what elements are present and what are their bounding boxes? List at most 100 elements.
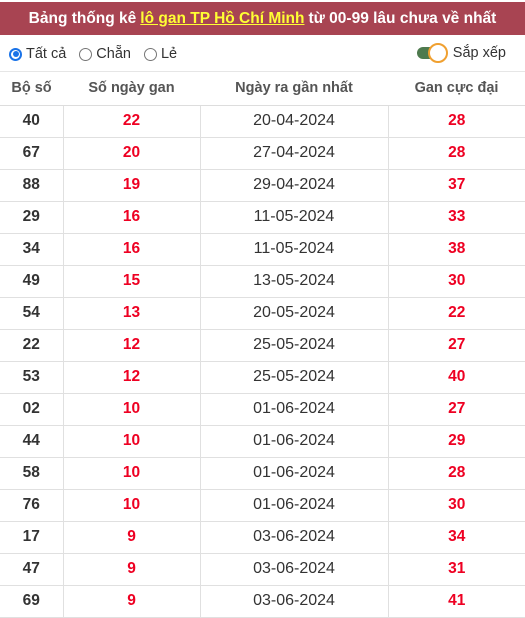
cell-days: 10 [63,393,201,426]
table-header-row: Bộ số Số ngày gan Ngày ra gần nhất Gan c… [0,72,525,106]
cell-days: 10 [63,489,201,522]
radio-icon[interactable] [79,47,93,61]
toggle-knob[interactable] [427,43,448,63]
cell-days: 9 [63,521,201,554]
table-row: 44 10 01-06-2024 29 [0,425,525,458]
cell-number: 29 [0,201,64,234]
title-prefix: Bảng thống kê [28,9,137,27]
cell-days: 10 [63,457,201,490]
cell-last-date: 29-04-2024 [200,169,389,202]
filter-even-label: Chẵn [96,46,131,62]
cell-days: 16 [63,233,201,266]
cell-number: 47 [0,553,64,586]
cell-number: 49 [0,265,64,298]
cell-number: 58 [0,457,64,490]
cell-last-date: 20-05-2024 [200,297,389,330]
table-row: 29 16 11-05-2024 33 [0,201,525,234]
cell-max-gan: 34 [388,521,525,554]
cell-last-date: 11-05-2024 [200,201,389,234]
table-row: 17 9 03-06-2024 34 [0,521,525,554]
title-link[interactable]: lô gan TP Hồ Chí Minh [140,10,304,28]
header-last-date: Ngày ra gần nhất [200,72,388,106]
cell-days: 12 [63,361,201,394]
cell-days: 12 [63,329,201,362]
cell-last-date: 13-05-2024 [200,265,389,298]
filter-row: Tất cả Chẵn Lẻ Sắp xếp [0,38,525,70]
table-row: 88 19 29-04-2024 37 [0,169,525,202]
sort-toggle[interactable]: Sắp xếp [416,43,506,63]
cell-max-gan: 27 [388,393,525,426]
table-row: 22 12 25-05-2024 27 [0,329,525,362]
header-days: Số ngày gan [63,72,200,106]
filter-odd-label: Lẻ [160,46,178,62]
cell-last-date: 01-06-2024 [200,489,389,522]
table-row: 53 12 25-05-2024 40 [0,361,525,394]
cell-number: 44 [0,425,64,458]
cell-days: 9 [63,585,201,618]
cell-last-date: 03-06-2024 [200,585,389,618]
cell-last-date: 20-04-2024 [200,105,389,138]
filter-all[interactable]: Tất cả [9,46,66,62]
cell-last-date: 25-05-2024 [200,361,389,394]
table-row: 58 10 01-06-2024 28 [0,457,525,490]
filter-odd[interactable]: Lẻ [143,46,178,62]
cell-days: 10 [63,425,201,458]
table-row: 34 16 11-05-2024 38 [0,233,525,266]
cell-number: 88 [0,169,64,202]
cell-last-date: 25-05-2024 [200,329,389,362]
cell-max-gan: 28 [388,105,525,138]
cell-last-date: 01-06-2024 [200,457,389,490]
table-row: 02 10 01-06-2024 27 [0,393,525,426]
table-row: 69 9 03-06-2024 41 [0,585,525,618]
cell-last-date: 11-05-2024 [200,233,389,266]
table-row: 76 10 01-06-2024 30 [0,489,525,522]
lo-gan-table: Bộ số Số ngày gan Ngày ra gần nhất Gan c… [0,72,525,618]
cell-max-gan: 22 [388,297,525,330]
radio-icon[interactable] [143,47,157,61]
cell-number: 53 [0,361,64,394]
cell-max-gan: 28 [388,457,525,490]
title-bar: Bảng thống kê lô gan TP Hồ Chí Minh từ 0… [0,2,525,35]
cell-last-date: 03-06-2024 [200,553,389,586]
table-row: 54 13 20-05-2024 22 [0,297,525,330]
cell-max-gan: 30 [388,489,525,522]
cell-number: 76 [0,489,64,522]
cell-max-gan: 30 [388,265,525,298]
cell-last-date: 03-06-2024 [200,521,389,554]
cell-days: 16 [63,201,201,234]
cell-days: 19 [63,169,201,202]
cell-number: 17 [0,521,64,554]
cell-max-gan: 33 [388,201,525,234]
cell-number: 34 [0,233,64,266]
sort-label: Sắp xếp [452,45,506,61]
cell-max-gan: 28 [388,137,525,170]
header-max-gan: Gan cực đại [388,72,525,106]
cell-max-gan: 31 [388,553,525,586]
cell-days: 22 [63,105,201,138]
table-row: 40 22 20-04-2024 28 [0,105,525,138]
cell-number: 69 [0,585,64,618]
table-row: 47 9 03-06-2024 31 [0,553,525,586]
filter-even[interactable]: Chẵn [79,46,131,62]
cell-last-date: 27-04-2024 [200,137,389,170]
table-row: 49 15 13-05-2024 30 [0,265,525,298]
filter-all-label: Tất cả [26,46,67,62]
table-row: 67 20 27-04-2024 28 [0,137,525,170]
cell-days: 9 [63,553,201,586]
cell-days: 13 [63,297,201,330]
cell-number: 02 [0,393,64,426]
cell-max-gan: 29 [388,425,525,458]
cell-max-gan: 37 [388,169,525,202]
radio-icon-checked[interactable] [9,47,22,61]
toggle-switch[interactable] [416,43,449,63]
cell-max-gan: 38 [388,233,525,266]
cell-days: 15 [63,265,201,298]
cell-number: 40 [0,105,64,138]
cell-number: 54 [0,297,64,330]
cell-number: 22 [0,329,64,362]
cell-days: 20 [63,137,201,170]
header-number: Bộ số [0,72,63,106]
title-suffix: từ 00-99 lâu chưa về nhất [308,9,497,27]
cell-max-gan: 41 [388,585,525,618]
cell-max-gan: 27 [388,329,525,362]
